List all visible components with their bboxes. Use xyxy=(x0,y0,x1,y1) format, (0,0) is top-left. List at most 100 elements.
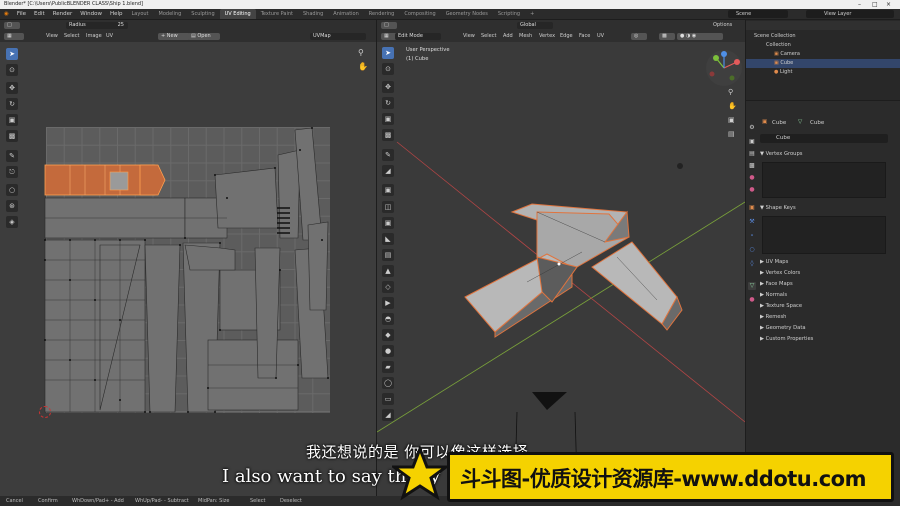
tab-modeling[interactable]: Modeling xyxy=(154,9,187,19)
uv-island[interactable] xyxy=(184,244,236,271)
vp-ortho-toggle-icon[interactable]: ▤ xyxy=(728,130,735,138)
maximize-icon[interactable]: □ xyxy=(872,0,878,9)
options-menu[interactable]: Options xyxy=(713,22,732,29)
vp-menu-add[interactable]: Add xyxy=(503,33,513,40)
uv-island[interactable] xyxy=(207,339,299,411)
new-image-button[interactable]: + New xyxy=(158,33,190,40)
menu-render[interactable]: Render xyxy=(49,9,77,19)
menu-window[interactable]: Window xyxy=(76,9,106,19)
section-uv-maps[interactable]: ▶ UV Maps xyxy=(760,258,788,266)
section-vertex-colors[interactable]: ▶ Vertex Colors xyxy=(760,269,800,277)
viewport-select-mode-icon[interactable]: □ xyxy=(381,22,397,29)
tab-animation[interactable]: Animation xyxy=(328,9,364,19)
section-texture-space[interactable]: ▶ Texture Space xyxy=(760,302,802,310)
mode-selector[interactable]: Edit Mode xyxy=(395,33,441,40)
outliner-item-light[interactable]: ● Light xyxy=(746,68,900,77)
vp-zoom-icon[interactable]: ⚲ xyxy=(728,88,733,96)
uv-island[interactable] xyxy=(214,167,279,229)
uv-menu-view[interactable]: View xyxy=(46,33,58,40)
outliner-item-camera[interactable]: ▣ Camera xyxy=(746,50,900,59)
vp-menu-vertex[interactable]: Vertex xyxy=(539,33,555,40)
world-tab-icon[interactable]: ● xyxy=(748,186,756,194)
2d-cursor-icon[interactable] xyxy=(39,406,51,418)
modifier-tab-icon[interactable]: ⚒ xyxy=(748,218,756,226)
uv-island[interactable] xyxy=(277,149,301,239)
section-custom-properties[interactable]: ▶ Custom Properties xyxy=(760,335,813,343)
shape-keys-list[interactable] xyxy=(762,216,886,254)
rotate-tool-icon[interactable]: ↻ xyxy=(6,98,18,110)
menu-help[interactable]: Help xyxy=(106,9,127,19)
scene-tab-icon[interactable]: ● xyxy=(748,174,756,182)
open-image-button[interactable]: ▤ Open xyxy=(188,33,220,40)
camera-object[interactable] xyxy=(532,392,567,410)
section-normals[interactable]: ▶ Normals xyxy=(760,291,787,299)
brush-radius-field[interactable]: Radius 25 xyxy=(66,22,128,29)
outliner-item-scene-collection[interactable]: Scene Collection xyxy=(746,32,900,41)
particles-tab-icon[interactable]: ⋆ xyxy=(748,232,756,240)
rip-tool-icon[interactable]: ◈ xyxy=(6,216,18,228)
output-tab-icon[interactable]: ▤ xyxy=(748,150,756,158)
light-object[interactable] xyxy=(677,163,683,169)
scale-tool-icon[interactable]: ▣ xyxy=(6,114,18,126)
object-tab-icon[interactable]: ▣ xyxy=(748,204,756,212)
shading-buttons[interactable]: ● ◑ ◉ xyxy=(677,33,723,40)
xray-icon[interactable]: ▩ xyxy=(659,33,675,40)
uvmap-selector[interactable]: UVMap xyxy=(310,33,366,40)
move-tool-icon[interactable]: ✥ xyxy=(6,82,18,94)
uv-islands[interactable] xyxy=(40,120,340,420)
render-tab-icon[interactable]: ▣ xyxy=(748,138,756,146)
brush-mode-icon[interactable]: □ xyxy=(4,22,20,29)
section-geometry-data[interactable]: ▶ Geometry Data xyxy=(760,324,806,332)
annotate-tool-icon[interactable]: ✎ xyxy=(6,150,18,162)
tab-scripting[interactable]: Scripting xyxy=(493,9,525,19)
view-layer-tab-icon[interactable]: ▩ xyxy=(748,162,756,170)
uv-menu-select[interactable]: Select xyxy=(64,33,79,40)
section-vertex-groups[interactable]: ▼ Vertex Groups xyxy=(760,150,802,158)
mesh-data-tab-icon[interactable]: ▽ xyxy=(748,282,756,290)
vp-pan-icon[interactable]: ✋ xyxy=(728,102,737,110)
tab-texture-paint[interactable]: Texture Paint xyxy=(256,9,298,19)
ship-mesh[interactable] xyxy=(464,203,683,338)
cursor-tool-icon[interactable]: ⊙ xyxy=(6,64,18,76)
pinch-tool-icon[interactable]: ⊛ xyxy=(6,200,18,212)
vp-menu-edge[interactable]: Edge xyxy=(560,33,573,40)
tab-rendering[interactable]: Rendering xyxy=(364,9,400,19)
viewport-scene[interactable] xyxy=(377,42,745,496)
vp-menu-face[interactable]: Face xyxy=(579,33,590,40)
relax-tool-icon[interactable]: ○ xyxy=(6,184,18,196)
mesh-name-field[interactable]: Cube xyxy=(760,134,888,143)
close-icon[interactable]: × xyxy=(886,0,891,9)
minimize-icon[interactable]: – xyxy=(858,0,861,9)
vp-camera-view-icon[interactable]: ▣ xyxy=(728,116,735,124)
physics-tab-icon[interactable]: ○ xyxy=(748,246,756,254)
constraints-tab-icon[interactable]: ◊ xyxy=(748,260,756,268)
tab-sculpting[interactable]: Sculpting xyxy=(186,9,219,19)
tab-uv-editing[interactable]: UV Editing xyxy=(219,9,256,19)
uv-menu-image[interactable]: Image xyxy=(86,33,102,40)
tool-tab-icon[interactable]: ⚙ xyxy=(748,124,756,132)
uv-menu-uv[interactable]: UV xyxy=(106,33,113,40)
menu-file[interactable]: File xyxy=(13,9,30,19)
zoom-view-icon[interactable]: ⚲ xyxy=(358,48,364,57)
navigation-gizmo[interactable] xyxy=(704,48,744,88)
menu-edit[interactable]: Edit xyxy=(30,9,49,19)
tab-compositing[interactable]: Compositing xyxy=(399,9,440,19)
outliner-item-collection[interactable]: Collection xyxy=(746,41,900,50)
add-workspace-icon[interactable]: + xyxy=(525,9,539,19)
orientation-selector[interactable]: Global xyxy=(517,22,553,29)
section-face-maps[interactable]: ▶ Face Maps xyxy=(760,280,793,288)
uv-island[interactable] xyxy=(144,244,181,413)
tab-layout[interactable]: Layout xyxy=(127,9,154,19)
view-layer-selector[interactable]: View Layer xyxy=(806,10,894,18)
vp-menu-mesh[interactable]: Mesh xyxy=(519,33,532,40)
vp-menu-uv[interactable]: UV xyxy=(597,33,604,40)
vertex-groups-list[interactable] xyxy=(762,162,886,198)
blender-logo-icon[interactable]: ◉ xyxy=(0,9,13,19)
editor-type-icon[interactable]: ▦ xyxy=(4,33,24,40)
select-tool-icon[interactable]: ➤ xyxy=(6,48,18,60)
outliner-item-cube[interactable]: ▣ Cube xyxy=(746,59,900,68)
section-remesh[interactable]: ▶ Remesh xyxy=(760,313,786,321)
proportional-edit-icon[interactable]: ◎ xyxy=(631,33,647,40)
tab-geometry-nodes[interactable]: Geometry Nodes xyxy=(441,9,493,19)
material-tab-icon[interactable]: ● xyxy=(748,296,756,304)
